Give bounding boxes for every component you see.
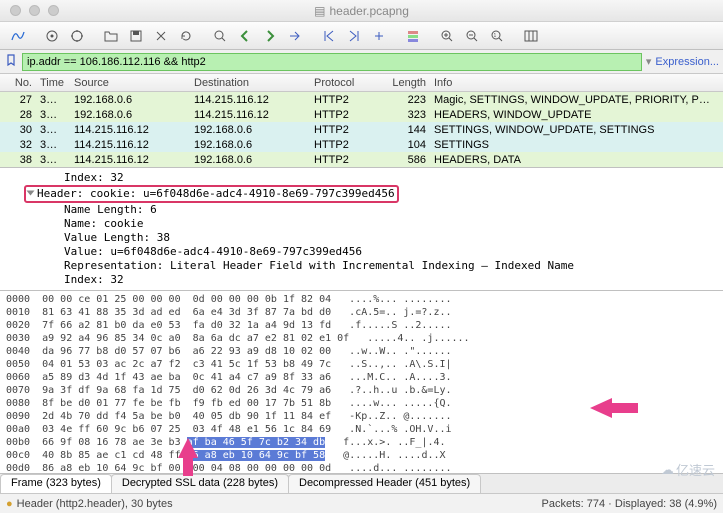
tab-decomp[interactable]: Decompressed Header (451 bytes): [288, 474, 481, 493]
col-info[interactable]: Info: [430, 77, 723, 89]
window-title: ▤ header.pcapng: [314, 4, 409, 18]
svg-text:1: 1: [494, 33, 497, 39]
zoom-out-icon[interactable]: [460, 25, 484, 47]
packet-row[interactable]: 303…114.215.116.12192.168.0.6HTTP2144SET…: [0, 122, 723, 137]
zoom-dot[interactable]: [48, 5, 59, 16]
close-file-icon[interactable]: [149, 25, 173, 47]
col-len[interactable]: Length: [386, 77, 430, 89]
col-proto[interactable]: Protocol: [310, 77, 386, 89]
detail-header-highlight: Header: cookie: u=6f048d6e-adc4-4910-8e6…: [24, 185, 399, 203]
hex-dump[interactable]: 0000 00 00 ce 01 25 00 00 00 0d 00 00 00…: [0, 291, 723, 473]
reload-icon[interactable]: [174, 25, 198, 47]
prev-icon[interactable]: [233, 25, 257, 47]
window-controls: [0, 5, 59, 16]
clear-filter-icon[interactable]: ▾: [646, 55, 652, 68]
detail-val-len: Value Length: 38: [44, 231, 723, 245]
find-icon[interactable]: [208, 25, 232, 47]
colorize-icon[interactable]: [401, 25, 425, 47]
detail-index: Index: 32: [44, 171, 723, 185]
filter-bar: ▾ Expression...: [0, 50, 723, 74]
main-toolbar: 1: [0, 22, 723, 50]
expert-info-icon[interactable]: ●: [6, 498, 13, 510]
go-first-icon[interactable]: [317, 25, 341, 47]
detail-name-len: Name Length: 6: [44, 203, 723, 217]
col-no[interactable]: No.: [0, 77, 36, 89]
tab-ssl[interactable]: Decrypted SSL data (228 bytes): [111, 474, 289, 493]
wireshark-logo-icon: [6, 25, 30, 47]
min-dot[interactable]: [29, 5, 40, 16]
jump-icon[interactable]: [283, 25, 307, 47]
tab-frame[interactable]: Frame (323 bytes): [0, 474, 112, 493]
packet-row[interactable]: 383…114.215.116.12192.168.0.6HTTP2586HEA…: [0, 152, 723, 167]
packet-list: No. Time Source Destination Protocol Len…: [0, 74, 723, 168]
resize-cols-icon[interactable]: [519, 25, 543, 47]
interfaces-icon[interactable]: [40, 25, 64, 47]
col-time[interactable]: Time: [36, 77, 70, 89]
title-text: header.pcapng: [329, 4, 408, 18]
packet-list-header: No. Time Source Destination Protocol Len…: [0, 74, 723, 92]
packet-details[interactable]: Index: 32 Header: cookie: u=6f048d6e-adc…: [0, 168, 723, 291]
detail-value: Value: u=6f048d6e-adc4-4910-8e69-797c399…: [44, 245, 723, 259]
packet-row[interactable]: 283…192.168.0.6114.215.116.12HTTP2323HEA…: [0, 107, 723, 122]
zoom-reset-icon[interactable]: 1: [485, 25, 509, 47]
packet-row[interactable]: 323…114.215.116.12192.168.0.6HTTP2104SET…: [0, 137, 723, 152]
document-icon: ▤: [314, 4, 325, 18]
packet-row[interactable]: 273…192.168.0.6114.215.116.12HTTP2223Mag…: [0, 92, 723, 107]
display-filter-input[interactable]: [22, 53, 642, 71]
status-left: Header (http2.header), 30 bytes: [17, 498, 173, 510]
options-icon[interactable]: [65, 25, 89, 47]
cloud-icon: ☁: [661, 462, 674, 478]
detail-index2: Index: 32: [44, 273, 723, 287]
expand-icon[interactable]: [27, 191, 35, 196]
titlebar: ▤ header.pcapng: [0, 0, 723, 22]
bookmark-icon[interactable]: [4, 53, 18, 70]
auto-scroll-icon[interactable]: [367, 25, 391, 47]
save-icon[interactable]: [124, 25, 148, 47]
bytes-tabs: Frame (323 bytes) Decrypted SSL data (22…: [0, 473, 723, 493]
detail-repr: Representation: Literal Header Field wit…: [44, 259, 723, 273]
go-last-icon[interactable]: [342, 25, 366, 47]
status-right: Packets: 774 · Displayed: 38 (4.9%): [542, 498, 717, 510]
expression-link[interactable]: Expression...: [655, 56, 719, 68]
next-icon[interactable]: [258, 25, 282, 47]
close-dot[interactable]: [10, 5, 21, 16]
detail-name: Name: cookie: [44, 217, 723, 231]
col-dst[interactable]: Destination: [190, 77, 310, 89]
status-bar: ● Header (http2.header), 30 bytes Packet…: [0, 493, 723, 513]
col-src[interactable]: Source: [70, 77, 190, 89]
open-icon[interactable]: [99, 25, 123, 47]
watermark: ☁ 亿速云: [661, 460, 715, 479]
zoom-in-icon[interactable]: [435, 25, 459, 47]
